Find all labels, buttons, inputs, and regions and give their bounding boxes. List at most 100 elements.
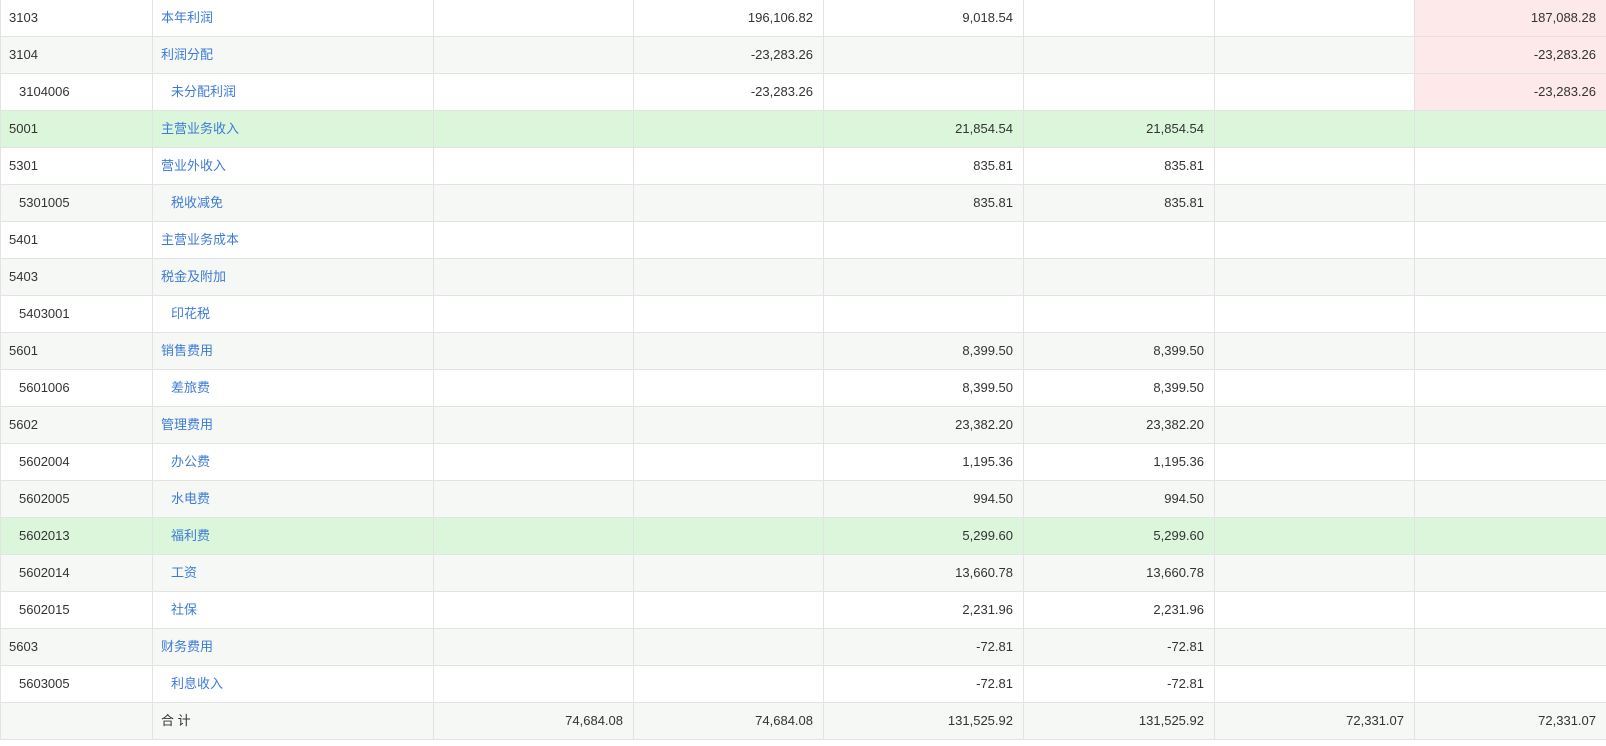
amount-cell-5 [1214,554,1415,592]
account-name-cell: 未分配利润 [152,73,434,111]
amount-cell-3: 1,195.36 [823,443,1024,481]
account-code-cell: 5602013 [0,517,153,555]
account-code-cell: 5601006 [0,369,153,407]
amount-cell-6 [1414,332,1606,370]
table-row[interactable]: 5301 营业外收入 835.81 835.81 [0,147,1606,185]
table-row[interactable]: 5602004 办公费 1,195.36 1,195.36 [0,443,1606,481]
account-name-link[interactable]: 营业外收入 [161,158,226,173]
balance-table-wrapper: 3103 本年利润 196,106.82 9,018.54 187,088.28 3104… [0,0,1606,746]
account-code-cell: 5602014 [0,554,153,592]
table-row[interactable]: 3104 利润分配 -23,283.26 -23,283.26 [0,36,1606,74]
total-code-cell [0,702,153,740]
account-name-cell: 办公费 [152,443,434,481]
table-row[interactable]: 5603005 利息收入 -72.81 -72.81 [0,665,1606,703]
amount-cell-1 [433,517,634,555]
account-name-link[interactable]: 工资 [171,565,197,580]
amount-cell-6: -23,283.26 [1414,73,1606,111]
amount-cell-2 [633,258,824,296]
table-row[interactable]: 5301005 税收减免 835.81 835.81 [0,184,1606,222]
account-name-link[interactable]: 利润分配 [161,47,213,62]
table-row[interactable]: 5602 管理费用 23,382.20 23,382.20 [0,406,1606,444]
table-row[interactable]: 5602014 工资 13,660.78 13,660.78 [0,554,1606,592]
amount-cell-2: -23,283.26 [633,73,824,111]
account-code-cell: 5603005 [0,665,153,703]
amount-cell-1 [433,221,634,259]
account-name-link[interactable]: 税收减免 [171,195,223,210]
amount-cell-5 [1214,443,1415,481]
amount-cell-6: -23,283.26 [1414,36,1606,74]
amount-cell-3 [823,295,1024,333]
amount-cell-6 [1414,665,1606,703]
table-row[interactable]: 5602015 社保 2,231.96 2,231.96 [0,591,1606,629]
account-name-cell: 印花税 [152,295,434,333]
account-name-link[interactable]: 主营业务成本 [161,232,239,247]
table-row[interactable]: 5601 销售费用 8,399.50 8,399.50 [0,332,1606,370]
amount-cell-5 [1214,0,1415,37]
account-name-cell: 工资 [152,554,434,592]
amount-cell-5 [1214,258,1415,296]
account-code-cell: 5001 [0,110,153,148]
amount-cell-6 [1414,554,1606,592]
table-row[interactable]: 5403001 印花税 [0,295,1606,333]
amount-cell-4: 835.81 [1023,184,1215,222]
amount-cell-4: 8,399.50 [1023,369,1215,407]
amount-cell-2 [633,147,824,185]
amount-cell-1 [433,369,634,407]
amount-cell-2 [633,517,824,555]
account-name-link[interactable]: 主营业务收入 [161,121,239,136]
account-name-link[interactable]: 水电费 [171,491,210,506]
amount-cell-4: -72.81 [1023,665,1215,703]
amount-cell-6 [1414,147,1606,185]
amount-cell-5 [1214,221,1415,259]
amount-cell-6 [1414,295,1606,333]
amount-cell-1 [433,554,634,592]
amount-cell-4: -72.81 [1023,628,1215,666]
amount-cell-1 [433,110,634,148]
account-name-link[interactable]: 利息收入 [171,676,223,691]
total-amount-4: 131,525.92 [1023,702,1215,740]
amount-cell-5 [1214,517,1415,555]
account-name-link[interactable]: 差旅费 [171,380,210,395]
account-name-link[interactable]: 财务费用 [161,639,213,654]
total-amount-6: 72,331.07 [1414,702,1606,740]
table-row[interactable]: 5401 主营业务成本 [0,221,1606,259]
amount-cell-4 [1023,73,1215,111]
account-name-link[interactable]: 销售费用 [161,343,213,358]
account-code-cell: 5403 [0,258,153,296]
amount-cell-4 [1023,36,1215,74]
amount-cell-2 [633,665,824,703]
table-row[interactable]: 5602005 水电费 994.50 994.50 [0,480,1606,518]
amount-cell-6 [1414,184,1606,222]
amount-cell-4: 835.81 [1023,147,1215,185]
account-name-link[interactable]: 税金及附加 [161,269,226,284]
table-row[interactable]: 5403 税金及附加 [0,258,1606,296]
account-code-cell: 3104 [0,36,153,74]
amount-cell-6 [1414,591,1606,629]
table-row[interactable]: 5601006 差旅费 8,399.50 8,399.50 [0,369,1606,407]
table-row[interactable]: 3104006 未分配利润 -23,283.26 -23,283.26 [0,73,1606,111]
table-row[interactable]: 5603 财务费用 -72.81 -72.81 [0,628,1606,666]
amount-cell-4 [1023,221,1215,259]
account-name-link[interactable]: 本年利润 [161,10,213,25]
amount-cell-3: 8,399.50 [823,369,1024,407]
account-name-link[interactable]: 福利费 [171,528,210,543]
amount-cell-3 [823,221,1024,259]
amount-cell-4: 13,660.78 [1023,554,1215,592]
account-name-cell: 销售费用 [152,332,434,370]
account-code-cell: 5602005 [0,480,153,518]
total-label: 合 计 [152,702,434,740]
account-name-link[interactable]: 社保 [171,602,197,617]
table-row[interactable]: 3103 本年利润 196,106.82 9,018.54 187,088.28 [0,0,1606,37]
amount-cell-4 [1023,295,1215,333]
amount-cell-5 [1214,480,1415,518]
account-name-link[interactable]: 未分配利润 [171,84,236,99]
account-name-link[interactable]: 管理费用 [161,417,213,432]
table-row[interactable]: 5602013 福利费 5,299.60 5,299.60 [0,517,1606,555]
amount-cell-3: 2,231.96 [823,591,1024,629]
account-name-link[interactable]: 办公费 [171,454,210,469]
amount-cell-5 [1214,73,1415,111]
table-row[interactable]: 5001 主营业务收入 21,854.54 21,854.54 [0,110,1606,148]
amount-cell-5 [1214,295,1415,333]
account-name-link[interactable]: 印花税 [171,306,210,321]
amount-cell-3: 9,018.54 [823,0,1024,37]
